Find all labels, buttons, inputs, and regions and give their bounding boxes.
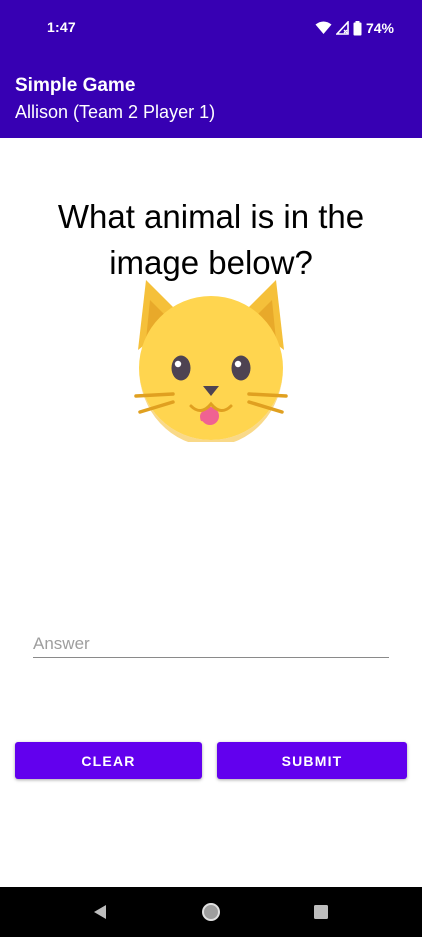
submit-button[interactable]: SUBMIT bbox=[217, 742, 407, 779]
status-bar: 1:47 74% bbox=[0, 0, 422, 58]
cat-face-icon bbox=[128, 278, 294, 446]
app-bar: Simple Game Allison (Team 2 Player 1) bbox=[0, 58, 422, 138]
clear-button[interactable]: CLEAR bbox=[15, 742, 202, 779]
status-icons: 74% bbox=[315, 19, 394, 37]
player-subtitle: Allison (Team 2 Player 1) bbox=[15, 102, 216, 122]
question-text: What animal is in the image below? bbox=[57, 198, 365, 281]
back-icon[interactable] bbox=[88, 900, 112, 924]
navigation-bar bbox=[0, 887, 422, 937]
status-time: 1:47 bbox=[47, 19, 76, 35]
battery-icon bbox=[353, 20, 362, 36]
wifi-icon bbox=[315, 21, 332, 35]
signal-icon bbox=[335, 21, 349, 35]
answer-underline bbox=[33, 657, 389, 658]
battery-percent: 74% bbox=[365, 20, 394, 36]
recents-icon[interactable] bbox=[309, 900, 333, 924]
app-title: Simple Game bbox=[15, 75, 136, 96]
answer-input[interactable] bbox=[33, 630, 389, 657]
answer-field[interactable] bbox=[33, 630, 389, 660]
home-icon[interactable] bbox=[199, 900, 223, 924]
